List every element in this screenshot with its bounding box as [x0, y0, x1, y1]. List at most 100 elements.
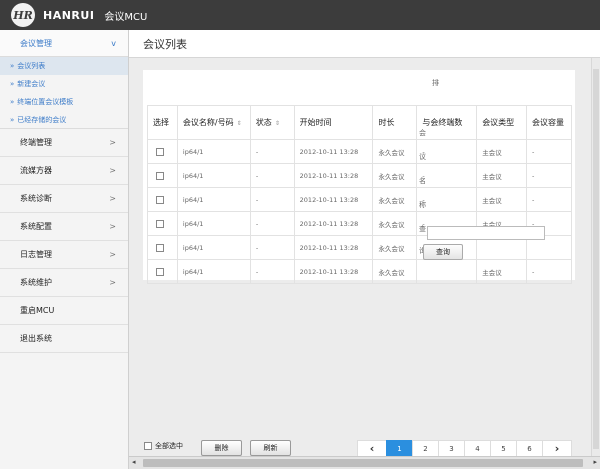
- cell-capacity: -: [526, 139, 572, 164]
- sort-icon[interactable]: ⇕: [237, 120, 242, 127]
- chevron-right-icon: >: [109, 250, 116, 259]
- next-page-button[interactable]: ›: [542, 440, 572, 457]
- col-status[interactable]: 状态 ⇕: [249, 105, 295, 140]
- cell-duration: 永久会议: [372, 139, 418, 164]
- row-checkbox[interactable]: [156, 219, 164, 228]
- brand-name: HANRUI: [43, 8, 95, 22]
- query-button[interactable]: 查询: [423, 244, 463, 260]
- sidebar-item-logs[interactable]: 日志管理 >: [0, 241, 128, 269]
- sort-icon[interactable]: ⇕: [275, 120, 280, 127]
- horizontal-scrollbar[interactable]: ◂ ▸: [129, 456, 600, 469]
- sidebar-item-config[interactable]: 系统配置 >: [0, 213, 128, 241]
- row-checkbox[interactable]: [156, 243, 164, 252]
- page-3[interactable]: 3: [438, 440, 465, 457]
- vertical-scrollbar[interactable]: [591, 58, 600, 456]
- refresh-button[interactable]: 刷新: [250, 440, 291, 456]
- sidebar-item-label: 系统维护: [20, 278, 52, 287]
- select-all[interactable]: 全部选中: [144, 441, 183, 451]
- col-meeting-type: 会议类型: [476, 105, 528, 140]
- col-name-label: 会议名称/号码: [182, 118, 234, 127]
- cell-start: 2012-10-11 13:28: [293, 235, 374, 260]
- delete-button[interactable]: 删除: [201, 440, 242, 456]
- table-row[interactable]: ip64/1 - 2012-10-11 13:28 永久会议 - 主会议 -: [147, 163, 572, 188]
- cell-name: ip64/1: [176, 259, 251, 284]
- double-arrow-icon: »: [10, 98, 15, 106]
- cell-duration: 永久会议: [372, 163, 418, 188]
- sidebar-subitem-stored-meetings[interactable]: » 已经存储的会议: [0, 111, 128, 129]
- sidebar-subitem-new-meeting[interactable]: » 新建会议: [0, 75, 128, 93]
- sidebar-subitem-template[interactable]: » 终端位置会议模板: [0, 93, 128, 111]
- prev-page-button[interactable]: ‹: [357, 440, 387, 457]
- sidebar-item-terminal[interactable]: 终端管理 >: [0, 129, 128, 157]
- row-checkbox[interactable]: [156, 267, 164, 276]
- table-row[interactable]: ip64/1 - 2012-10-11 13:28 永久会议 主会议 -: [147, 259, 572, 284]
- main-content: 会议列表 排 选择 会议名称/号码 ⇕ 状态 ⇕ 开始时间 时长 与会终端数 会议类…: [129, 30, 600, 469]
- sidebar-section-meeting-management[interactable]: 会议管理 v: [0, 30, 128, 57]
- cell-status: -: [249, 259, 295, 284]
- sidebar-item-label: 日志管理: [20, 250, 52, 259]
- row-checkbox[interactable]: [156, 147, 164, 156]
- scroll-right-icon[interactable]: ▸: [593, 458, 597, 466]
- cell-capacity: -: [526, 259, 572, 284]
- sidebar-item-diagnostics[interactable]: 系统诊断 >: [0, 185, 128, 213]
- sidebar-item-label: 流媒方器: [20, 166, 52, 175]
- sidebar-item-label: 系统诊断: [20, 194, 52, 203]
- table-header-row: 选择 会议名称/号码 ⇕ 状态 ⇕ 开始时间 时长 与会终端数 会议类型 会议容量: [147, 105, 572, 140]
- col-duration: 时长: [372, 105, 418, 140]
- row-select-cell: [147, 259, 178, 284]
- cell-type: 主会议: [476, 163, 528, 188]
- sidebar-subitem-label: 会议列表: [17, 62, 46, 70]
- sidebar-item-label: 系统配置: [20, 222, 52, 231]
- top-bar: HR HANRUI 会议MCU: [0, 0, 600, 30]
- select-all-label: 全部选中: [155, 442, 183, 450]
- sidebar-item-streaming[interactable]: 流媒方器 >: [0, 157, 128, 185]
- page-6[interactable]: 6: [516, 440, 543, 457]
- cell-duration: 永久会议: [372, 187, 418, 212]
- pagination: ‹ 1 2 3 4 5 6 ›: [357, 440, 572, 457]
- chevron-right-icon: >: [109, 278, 116, 287]
- sidebar-item-restart[interactable]: 重启MCU: [0, 297, 128, 325]
- cell-name: ip64/1: [176, 163, 251, 188]
- hanrui-logo: HR: [11, 3, 35, 27]
- app-title: 会议MCU: [104, 11, 148, 23]
- row-checkbox[interactable]: [156, 195, 164, 204]
- cell-start: 2012-10-11 13:28: [293, 187, 374, 212]
- double-arrow-icon: »: [10, 80, 15, 88]
- sidebar-item-maintenance[interactable]: 系统维护 >: [0, 269, 128, 297]
- select-all-checkbox[interactable]: [144, 442, 152, 450]
- page-4[interactable]: 4: [464, 440, 491, 457]
- cell-name: ip64/1: [176, 139, 251, 164]
- horizontal-scroll-thumb[interactable]: [143, 459, 583, 467]
- page-1[interactable]: 1: [386, 440, 413, 457]
- cell-duration: 永久会议: [372, 211, 418, 236]
- cell-name: ip64/1: [176, 187, 251, 212]
- cell-type: 主会议: [476, 187, 528, 212]
- search-label-char: 议: [419, 153, 426, 161]
- sidebar-item-logout[interactable]: 退出系统: [0, 325, 128, 353]
- table-row[interactable]: ip64/1 - 2012-10-11 13:28 永久会议 - 主会议 -: [147, 187, 572, 212]
- chevron-right-icon: >: [109, 166, 116, 175]
- table-row[interactable]: ip64/1 - 2012-10-11 13:28 永久会议 - 主会议 -: [147, 139, 572, 164]
- vertical-scroll-thumb[interactable]: [593, 69, 599, 449]
- cell-status: -: [249, 211, 295, 236]
- meeting-table: 选择 会议名称/号码 ⇕ 状态 ⇕ 开始时间 时长 与会终端数 会议类型 会议容量 …: [147, 105, 572, 284]
- col-status-label: 状态: [255, 118, 272, 127]
- page-title: 会议列表: [143, 37, 187, 51]
- scroll-left-icon[interactable]: ◂: [132, 458, 136, 466]
- col-start-time: 开始时间: [293, 105, 374, 140]
- sort-note: 排: [432, 79, 439, 87]
- sidebar-subitem-label: 已经存储的会议: [17, 115, 67, 124]
- sidebar-item-label: 退出系统: [20, 334, 52, 343]
- sidebar-subitem-label: 新建会议: [17, 80, 46, 88]
- row-select-cell: [147, 211, 178, 236]
- search-input[interactable]: [427, 226, 545, 240]
- cell-status: -: [249, 139, 295, 164]
- row-select-cell: [147, 163, 178, 188]
- page-2[interactable]: 2: [412, 440, 439, 457]
- cell-name: ip64/1: [176, 211, 251, 236]
- search-label-char: 查: [419, 225, 426, 233]
- row-checkbox[interactable]: [156, 171, 164, 180]
- page-5[interactable]: 5: [490, 440, 517, 457]
- col-name[interactable]: 会议名称/号码 ⇕: [176, 105, 251, 140]
- sidebar-subitem-meeting-list[interactable]: » 会议列表: [0, 57, 128, 75]
